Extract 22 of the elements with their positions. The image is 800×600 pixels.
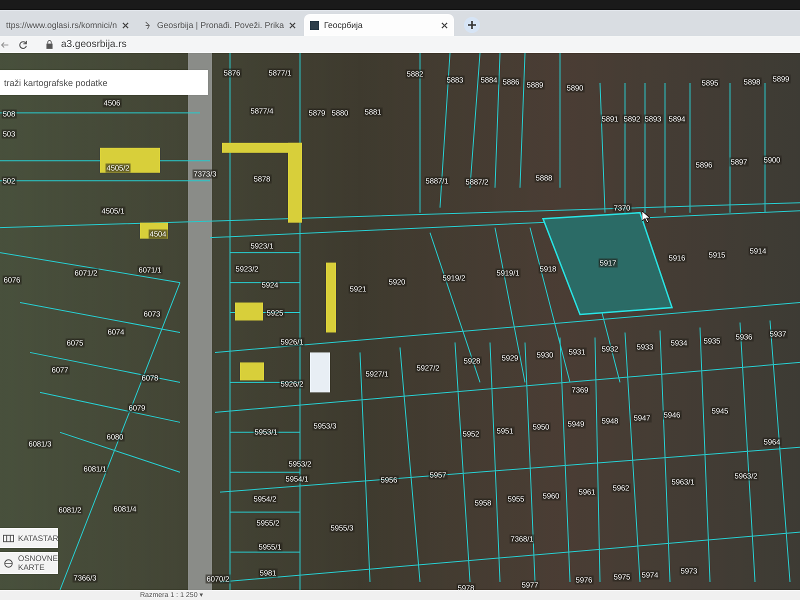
back-icon[interactable] xyxy=(0,40,10,50)
search-field[interactable]: traži kartografske podatke xyxy=(0,70,208,95)
address-field[interactable]: a3.geosrbija.rs xyxy=(61,39,127,50)
close-icon[interactable] xyxy=(122,22,130,28)
tab-title: Geosrbija | Pronađi. Poveži. Prika xyxy=(157,20,284,30)
tab-title: Геосрбија xyxy=(324,20,364,30)
close-icon[interactable] xyxy=(288,22,296,28)
tab-title: ttps://www.oglasi.rs/komnici/n xyxy=(6,20,118,30)
close-icon[interactable] xyxy=(440,22,448,28)
map-icon xyxy=(310,20,319,30)
layer-button[interactable]: OSNOVNE KARTE xyxy=(0,552,58,574)
layer-button[interactable]: KATASTAR xyxy=(0,528,58,548)
browser-tab[interactable]: ttps://www.oglasi.rs/komnici/n xyxy=(0,14,136,36)
reload-icon[interactable] xyxy=(18,40,28,50)
browser-tab[interactable]: Геосрбија xyxy=(304,14,454,36)
new-tab-icon[interactable] xyxy=(464,17,480,33)
grid-icon xyxy=(3,534,14,542)
cursor-icon xyxy=(642,211,650,223)
parcel-map-drawing[interactable] xyxy=(0,53,800,590)
browser-tab[interactable]: Geosrbija | Pronađi. Poveži. Prika xyxy=(137,14,302,36)
lock-icon xyxy=(46,40,53,49)
globe-icon xyxy=(3,558,14,568)
